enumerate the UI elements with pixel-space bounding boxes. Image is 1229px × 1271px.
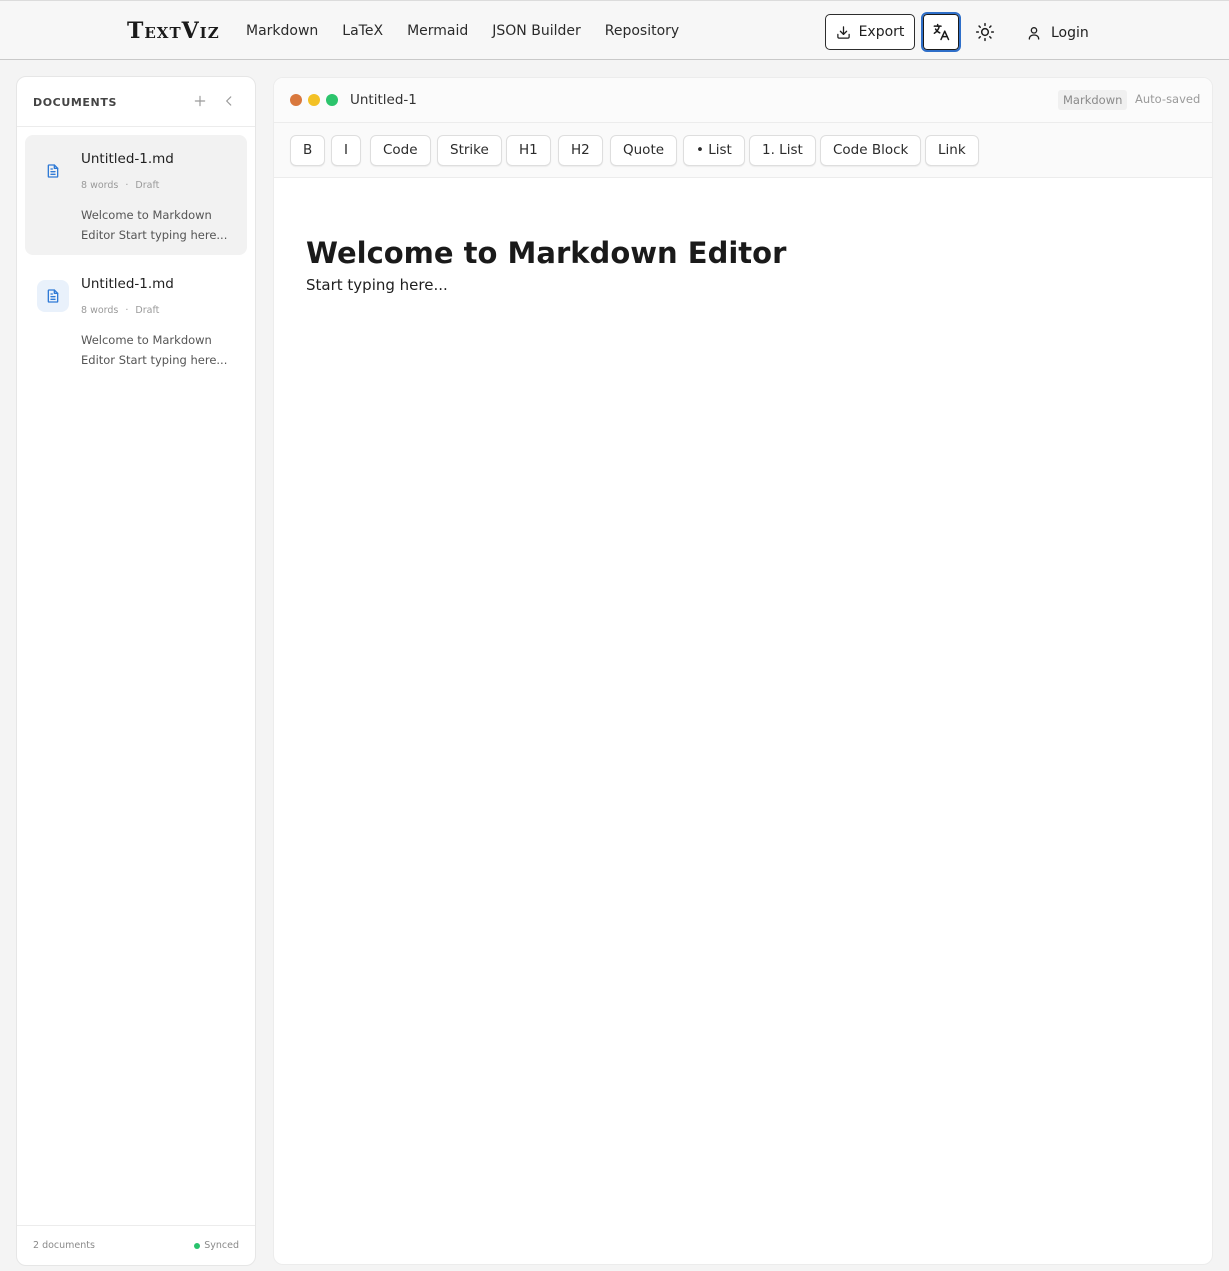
sidebar-title: DOCUMENTS (33, 96, 117, 109)
editor-panel: Untitled-1 Markdown Auto-saved B I Code … (273, 77, 1213, 1265)
chevron-left-icon (226, 96, 232, 106)
app-logo[interactable]: TextViz (127, 18, 220, 44)
link-button[interactable]: Link (925, 135, 979, 166)
mode-badge: Markdown (1058, 90, 1128, 110)
strike-button[interactable]: Strike (437, 135, 502, 166)
numbered-list-button[interactable]: 1. List (749, 135, 816, 166)
login-label: Login (1051, 25, 1089, 41)
document-preview: Welcome to Markdown Editor Start typing … (81, 333, 228, 367)
format-toolbar: B I Code Strike H1 H2 Quote • List 1. Li… (274, 123, 1212, 178)
nav-latex[interactable]: LaTeX (342, 23, 383, 39)
nav-json-builder[interactable]: JSON Builder (492, 23, 580, 39)
code-block-button[interactable]: Code Block (820, 135, 922, 166)
nav-repository[interactable]: Repository (605, 23, 679, 39)
editor-header: Untitled-1 Markdown Auto-saved (274, 78, 1212, 123)
translate-button[interactable] (921, 12, 961, 52)
sync-label: Synced (204, 1240, 239, 1251)
user-icon (1028, 27, 1040, 40)
document-status: Draft (135, 180, 160, 191)
document-list-item[interactable]: Untitled-1.md 8 words · Draft Welcome to M… (25, 260, 247, 380)
nav-markdown[interactable]: Markdown (246, 23, 318, 39)
window-dot-green (326, 94, 338, 106)
document-list-item[interactable]: Untitled-1.md 8 words · Draft Welcome to M… (25, 135, 247, 255)
window-dot-orange (290, 94, 302, 106)
quote-button[interactable]: Quote (610, 135, 678, 166)
top-navbar: TextViz Markdown LaTeX Mermaid JSON Buil… (0, 0, 1229, 60)
login-button[interactable]: Login (1026, 21, 1089, 45)
h2-button[interactable]: H2 (558, 135, 603, 166)
document-name: Untitled-1.md (81, 276, 174, 292)
editor-content[interactable]: Welcome to Markdown Editor Start typing … (306, 236, 786, 294)
document-meta: 8 words · Draft (81, 305, 160, 316)
theme-toggle-button[interactable] (972, 19, 998, 45)
collapse-sidebar-button[interactable] (220, 92, 238, 110)
bold-button[interactable]: B (290, 135, 326, 166)
save-status: Auto-saved (1135, 92, 1201, 106)
italic-button[interactable]: I (331, 135, 361, 166)
document-name: Untitled-1.md (81, 151, 174, 167)
document-word-count: 8 words (81, 305, 119, 316)
document-count: 2 documents (33, 1240, 95, 1251)
window-dot-yellow (308, 94, 320, 106)
document-title: Untitled-1 (350, 92, 417, 108)
sidebar-footer: 2 documents Synced (17, 1225, 255, 1265)
document-status: Draft (135, 305, 160, 316)
download-icon (836, 25, 850, 39)
main-nav: Markdown LaTeX Mermaid JSON Builder Repo… (246, 23, 703, 39)
export-button[interactable]: Export (825, 14, 915, 50)
new-document-button[interactable] (191, 92, 209, 110)
content-heading: Welcome to Markdown Editor (306, 236, 787, 270)
sun-icon (975, 22, 995, 42)
documents-sidebar: DOCUMENTS Untitled-1.md 8 words · Draft We… (16, 76, 256, 1266)
document-preview: Welcome to Markdown Editor Start typing … (81, 208, 228, 242)
file-text-icon (37, 280, 69, 312)
translate-icon (933, 23, 950, 41)
document-word-count: 8 words (81, 180, 119, 191)
file-text-icon (37, 155, 69, 187)
content-paragraph: Start typing here... (306, 276, 448, 294)
sync-indicator-dot (194, 1242, 201, 1249)
plus-icon (194, 95, 206, 107)
h1-button[interactable]: H1 (506, 135, 551, 166)
sidebar-header: DOCUMENTS (17, 77, 255, 127)
code-button[interactable]: Code (370, 135, 431, 166)
export-label: Export (858, 24, 905, 40)
document-meta: 8 words · Draft (81, 180, 160, 191)
sync-status: Synced (194, 1240, 239, 1251)
bullet-list-button[interactable]: • List (683, 135, 745, 166)
nav-mermaid[interactable]: Mermaid (407, 23, 468, 39)
